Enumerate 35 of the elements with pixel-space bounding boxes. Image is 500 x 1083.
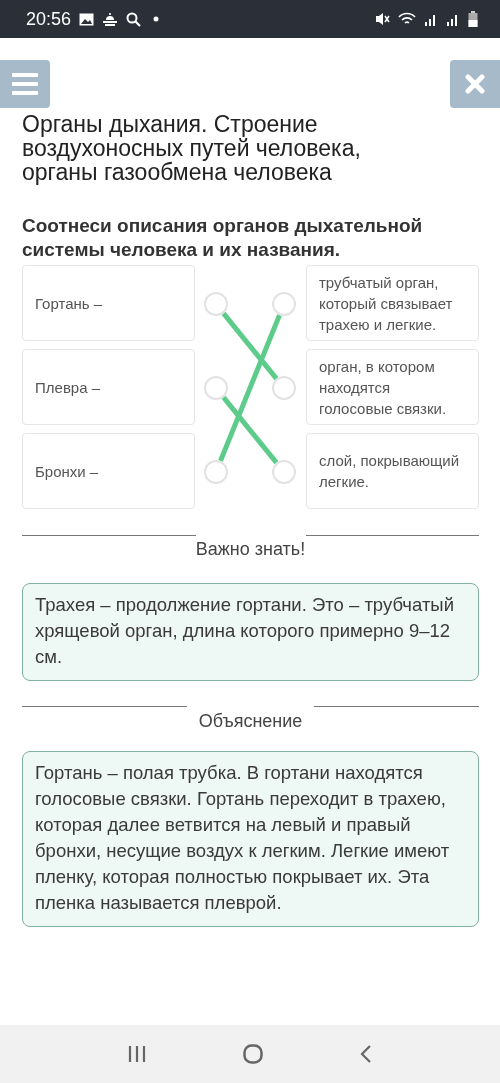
recent-apps-icon[interactable]	[128, 1045, 147, 1063]
close-button[interactable]	[450, 60, 500, 108]
mute-icon	[376, 12, 390, 26]
connector-dot[interactable]	[272, 376, 296, 400]
close-icon	[465, 74, 485, 94]
info-box: Гортань – полая трубка. В гортани находятся голосовые связки. Гортань переходит в трахею, которая далее ветвится на левый и правый бронхи, несущие воздух к легким. Легкие имеют пленку, которая полностью покрывает их. Эта пленка называется плеврой.	[22, 751, 479, 927]
section-heading: Объяснение	[197, 711, 304, 731]
term-card[interactable]: Гортань –	[22, 265, 195, 341]
dot-icon	[153, 16, 160, 22]
home-icon[interactable]	[243, 1044, 263, 1064]
info-box: Трахея – продолжение гортани. Это – трубчатый хрящевой орган, длина которого примерно 9–12 см.	[22, 583, 479, 681]
menu-icon	[12, 73, 38, 95]
battery-icon	[468, 11, 478, 27]
lesson-title: Органы дыхания. Строение воздухоносных путей человека, органы газообмена человека	[22, 112, 362, 184]
connector-dot[interactable]	[204, 460, 228, 484]
wifi-icon	[398, 12, 416, 26]
connector-dot[interactable]	[204, 376, 228, 400]
connector-dot[interactable]	[272, 460, 296, 484]
menu-button[interactable]	[0, 60, 50, 108]
clock-time: 20:56	[26, 8, 72, 30]
description-card[interactable]: трубчатый орган, который связывает трахею и легкие.	[306, 265, 479, 341]
term-card[interactable]: Плевра –	[22, 349, 195, 425]
sun-cloud-icon	[102, 12, 119, 26]
term-card[interactable]: Бронхи –	[22, 433, 195, 509]
description-card[interactable]: орган, в котором находятся голосовые связки.	[306, 349, 479, 425]
description-card[interactable]: слой, покрывающий легкие.	[306, 433, 479, 509]
image-icon	[79, 12, 95, 26]
section-heading: Важно знать!	[195, 538, 306, 561]
back-icon[interactable]	[359, 1045, 372, 1063]
search-icon	[126, 11, 142, 27]
connector-dot[interactable]	[204, 292, 228, 316]
signal-icon	[424, 12, 438, 26]
task-text: Соотнеси описания органов дыхательной системы человека и их названия.	[22, 214, 424, 262]
signal-icon	[446, 12, 460, 26]
connector-dot[interactable]	[272, 292, 296, 316]
